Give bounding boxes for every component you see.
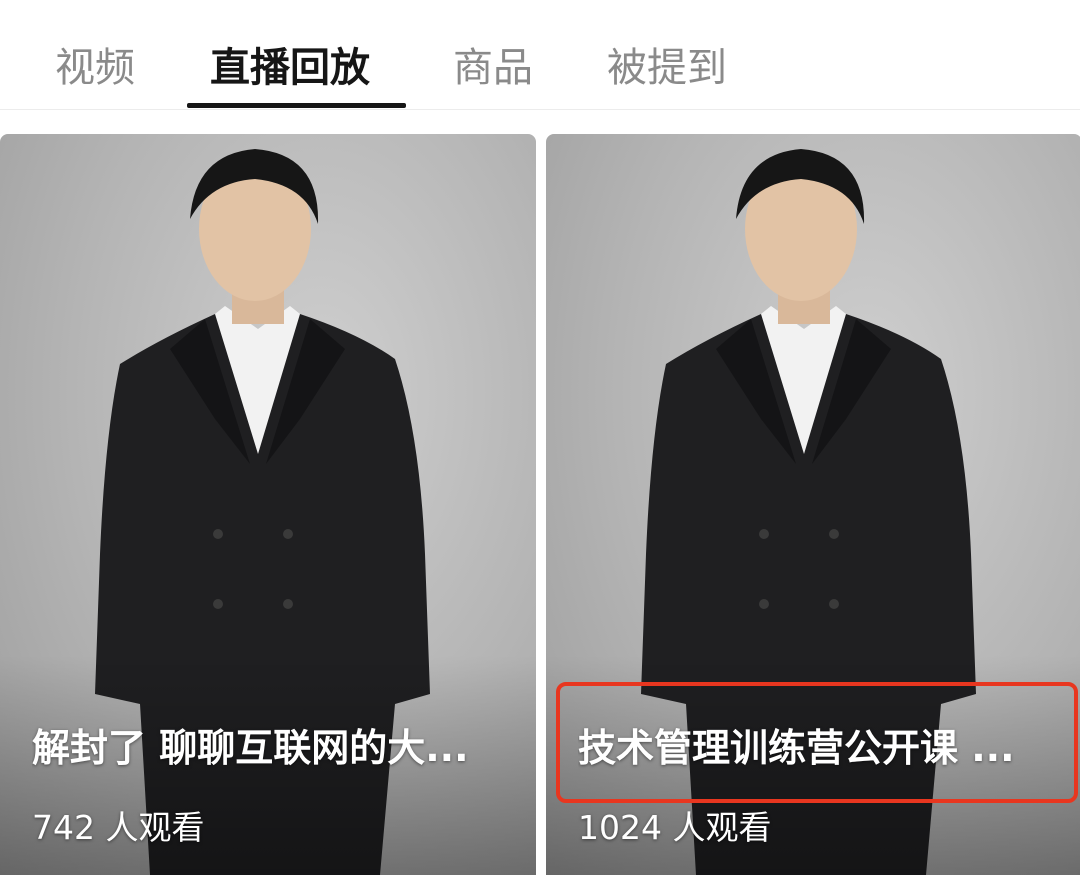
view-count: 742 人观看	[32, 808, 205, 847]
tab-videos[interactable]: 视频	[55, 42, 135, 94]
card-title: 解封了 聊聊互联网的大...	[32, 726, 469, 770]
tab-live-replay[interactable]: 直播回放	[210, 42, 370, 94]
active-tab-indicator	[187, 103, 406, 108]
tab-mentioned[interactable]: 被提到	[607, 42, 727, 94]
replay-card[interactable]: 解封了 聊聊互联网的大... 742 人观看	[0, 134, 536, 875]
tab-bar: 视频 直播回放 商品 被提到	[0, 0, 1080, 110]
tab-products[interactable]: 商品	[453, 42, 533, 94]
highlight-annotation-box	[556, 682, 1078, 803]
view-count: 1024 人观看	[578, 808, 772, 847]
